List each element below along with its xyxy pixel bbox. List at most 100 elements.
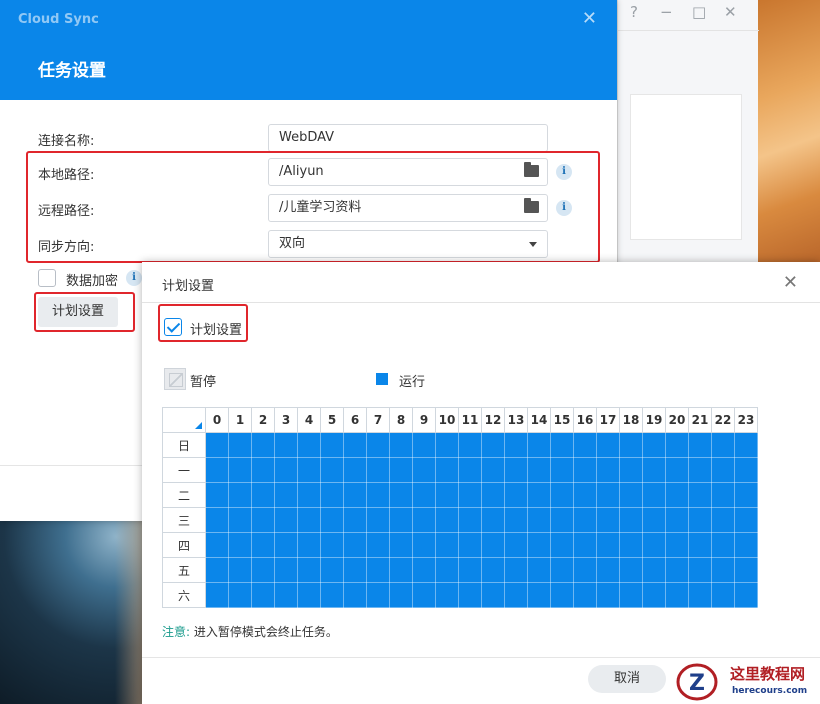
schedule-slot[interactable] bbox=[251, 432, 275, 458]
schedule-slot[interactable] bbox=[274, 532, 298, 558]
schedule-slot[interactable] bbox=[596, 507, 620, 533]
hour-header[interactable]: 8 bbox=[389, 407, 413, 433]
schedule-slot[interactable] bbox=[665, 532, 689, 558]
schedule-slot[interactable] bbox=[688, 432, 712, 458]
schedule-slot[interactable] bbox=[205, 457, 229, 483]
schedule-slot[interactable] bbox=[550, 432, 574, 458]
schedule-slot[interactable] bbox=[205, 507, 229, 533]
schedule-slot[interactable] bbox=[274, 432, 298, 458]
hour-header[interactable]: 18 bbox=[619, 407, 643, 433]
schedule-slot[interactable] bbox=[711, 507, 735, 533]
schedule-slot[interactable] bbox=[481, 507, 505, 533]
schedule-slot[interactable] bbox=[366, 482, 390, 508]
schedule-slot[interactable] bbox=[251, 457, 275, 483]
schedule-slot[interactable] bbox=[550, 457, 574, 483]
schedule-slot[interactable] bbox=[550, 507, 574, 533]
schedule-slot[interactable] bbox=[573, 482, 597, 508]
remote-path-field[interactable]: /儿童学习资料 bbox=[268, 194, 548, 222]
schedule-slot[interactable] bbox=[619, 532, 643, 558]
hour-header[interactable]: 1 bbox=[228, 407, 252, 433]
schedule-slot[interactable] bbox=[596, 532, 620, 558]
schedule-slot[interactable] bbox=[389, 582, 413, 608]
schedule-slot[interactable] bbox=[343, 482, 367, 508]
hour-header[interactable]: 9 bbox=[412, 407, 436, 433]
schedule-slot[interactable] bbox=[688, 557, 712, 583]
schedule-slot[interactable] bbox=[596, 582, 620, 608]
schedule-slot[interactable] bbox=[458, 457, 482, 483]
hour-header[interactable]: 0 bbox=[205, 407, 229, 433]
schedule-slot[interactable] bbox=[711, 582, 735, 608]
schedule-slot[interactable] bbox=[205, 582, 229, 608]
schedule-slot[interactable] bbox=[458, 557, 482, 583]
schedule-slot[interactable] bbox=[389, 482, 413, 508]
schedule-slot[interactable] bbox=[481, 532, 505, 558]
schedule-slot[interactable] bbox=[412, 457, 436, 483]
hour-header[interactable]: 2 bbox=[251, 407, 275, 433]
day-header[interactable]: 三 bbox=[162, 507, 206, 533]
schedule-slot[interactable] bbox=[389, 557, 413, 583]
schedule-slot[interactable] bbox=[481, 557, 505, 583]
schedule-slot[interactable] bbox=[527, 582, 551, 608]
hour-header[interactable]: 7 bbox=[366, 407, 390, 433]
schedule-slot[interactable] bbox=[619, 482, 643, 508]
hour-header[interactable]: 13 bbox=[504, 407, 528, 433]
schedule-slot[interactable] bbox=[619, 557, 643, 583]
schedule-slot[interactable] bbox=[711, 432, 735, 458]
schedule-slot[interactable] bbox=[228, 557, 252, 583]
schedule-slot[interactable] bbox=[734, 482, 758, 508]
enable-schedule-checkbox[interactable] bbox=[164, 318, 182, 336]
schedule-slot[interactable] bbox=[412, 432, 436, 458]
schedule-slot[interactable] bbox=[734, 432, 758, 458]
schedule-slot[interactable] bbox=[642, 557, 666, 583]
schedule-slot[interactable] bbox=[734, 507, 758, 533]
schedule-slot[interactable] bbox=[619, 507, 643, 533]
schedule-slot[interactable] bbox=[389, 457, 413, 483]
schedule-slot[interactable] bbox=[734, 457, 758, 483]
schedule-slot[interactable] bbox=[412, 582, 436, 608]
schedule-slot[interactable] bbox=[688, 532, 712, 558]
schedule-slot[interactable] bbox=[642, 507, 666, 533]
close-icon[interactable]: ✕ bbox=[724, 3, 737, 21]
schedule-slot[interactable] bbox=[297, 507, 321, 533]
schedule-slot[interactable] bbox=[734, 582, 758, 608]
schedule-slot[interactable] bbox=[527, 432, 551, 458]
schedule-slot[interactable] bbox=[228, 507, 252, 533]
schedule-slot[interactable] bbox=[665, 557, 689, 583]
close-icon[interactable]: ✕ bbox=[582, 8, 597, 29]
schedule-slot[interactable] bbox=[550, 482, 574, 508]
schedule-slot[interactable] bbox=[320, 557, 344, 583]
hour-header[interactable]: 3 bbox=[274, 407, 298, 433]
schedule-slot[interactable] bbox=[251, 507, 275, 533]
schedule-slot[interactable] bbox=[481, 582, 505, 608]
schedule-slot[interactable] bbox=[297, 457, 321, 483]
schedule-slot[interactable] bbox=[573, 432, 597, 458]
schedule-slot[interactable] bbox=[274, 582, 298, 608]
schedule-slot[interactable] bbox=[665, 582, 689, 608]
schedule-slot[interactable] bbox=[435, 482, 459, 508]
schedule-slot[interactable] bbox=[412, 507, 436, 533]
schedule-slot[interactable] bbox=[320, 482, 344, 508]
schedule-slot[interactable] bbox=[389, 532, 413, 558]
schedule-slot[interactable] bbox=[251, 482, 275, 508]
schedule-slot[interactable] bbox=[665, 482, 689, 508]
pause-legend-icon[interactable] bbox=[164, 368, 186, 390]
schedule-slot[interactable] bbox=[366, 557, 390, 583]
hour-header[interactable]: 6 bbox=[343, 407, 367, 433]
folder-icon[interactable] bbox=[524, 198, 539, 213]
schedule-slot[interactable] bbox=[734, 557, 758, 583]
info-icon[interactable]: i bbox=[556, 200, 572, 216]
schedule-slot[interactable] bbox=[228, 432, 252, 458]
schedule-slot[interactable] bbox=[320, 457, 344, 483]
schedule-slot[interactable] bbox=[642, 582, 666, 608]
schedule-slot[interactable] bbox=[619, 582, 643, 608]
schedule-slot[interactable] bbox=[527, 532, 551, 558]
schedule-slot[interactable] bbox=[711, 482, 735, 508]
schedule-slot[interactable] bbox=[366, 532, 390, 558]
schedule-slot[interactable] bbox=[366, 432, 390, 458]
cancel-button[interactable]: 取消 bbox=[588, 665, 666, 693]
run-legend-icon[interactable] bbox=[376, 373, 388, 385]
schedule-slot[interactable] bbox=[458, 432, 482, 458]
schedule-slot[interactable] bbox=[435, 432, 459, 458]
schedule-slot[interactable] bbox=[481, 457, 505, 483]
schedule-slot[interactable] bbox=[435, 557, 459, 583]
